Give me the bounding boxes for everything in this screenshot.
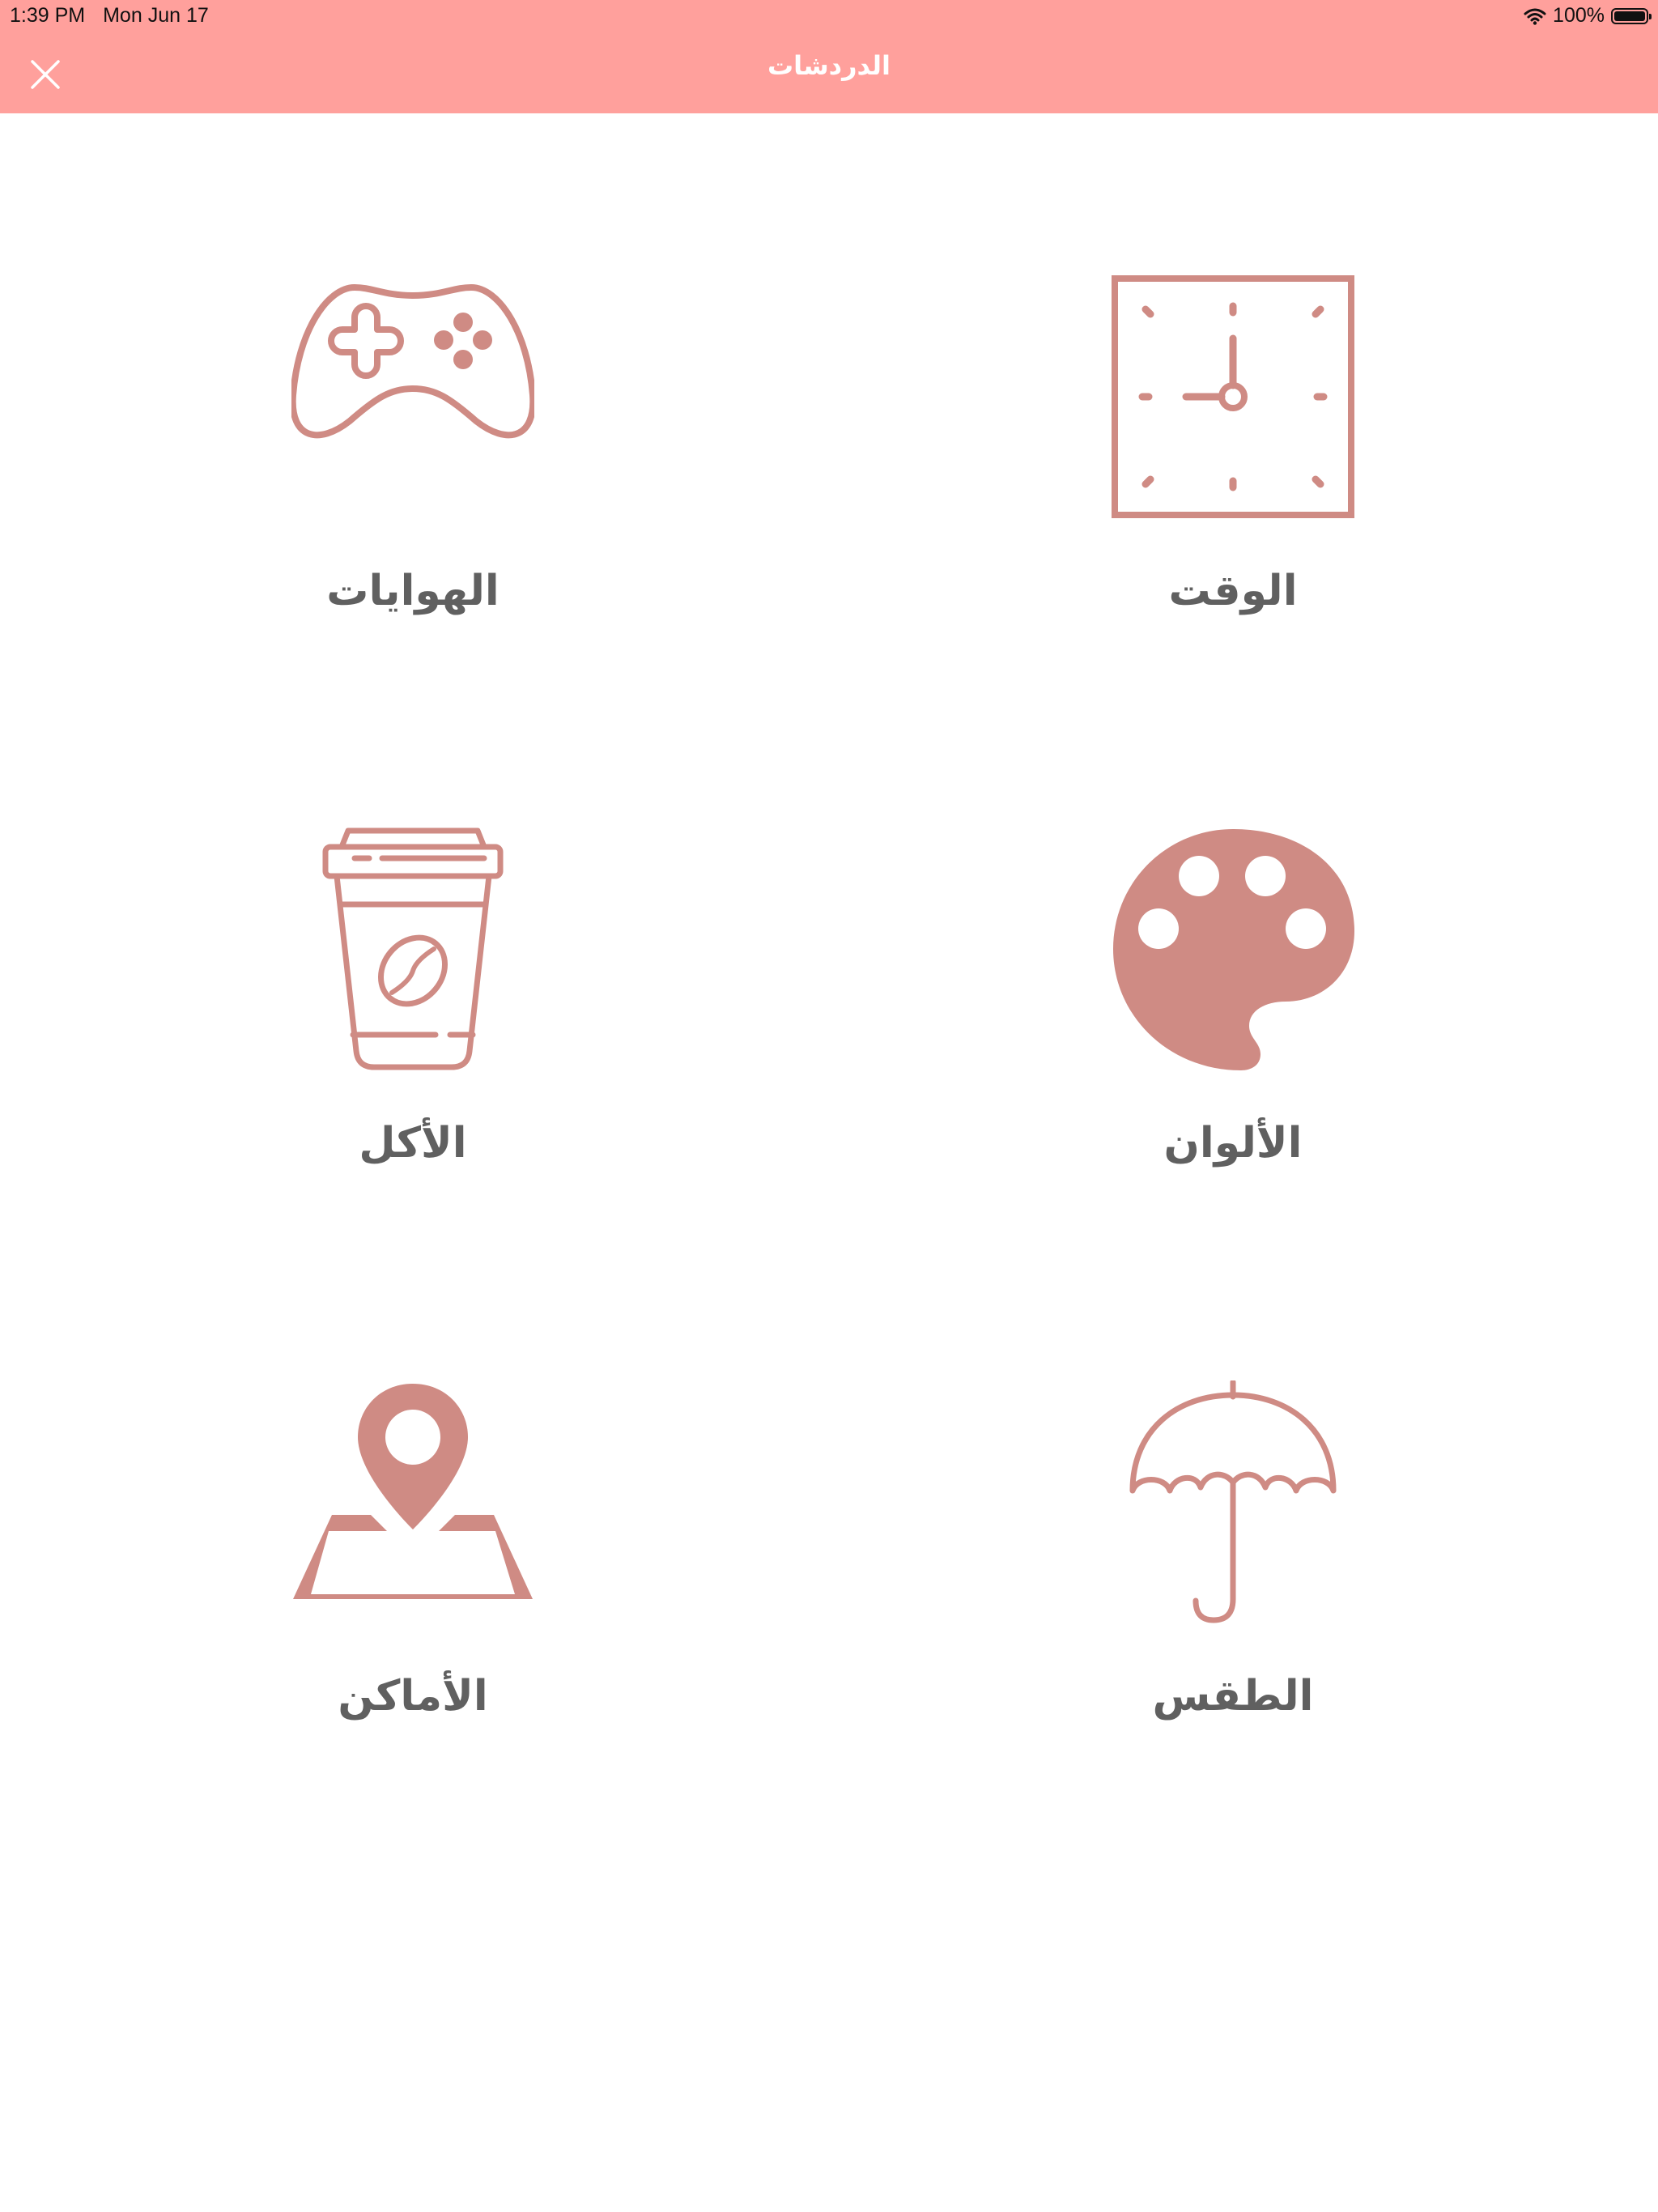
category-label: الألوان	[1163, 1119, 1303, 1168]
category-food[interactable]: الأكل	[154, 827, 672, 1249]
category-label: الطقس	[1152, 1672, 1314, 1721]
battery-icon	[1611, 7, 1652, 24]
coffee-cup-icon	[322, 827, 504, 1070]
category-hobbies[interactable]: الهوايات	[154, 275, 672, 696]
status-time: 1:39 PM	[10, 4, 86, 27]
category-label: الأكل	[359, 1119, 467, 1168]
category-places[interactable]: الأماكن	[154, 1380, 672, 1802]
palette-icon	[1113, 829, 1354, 1070]
status-date: Mon Jun 17	[103, 4, 209, 27]
category-label: الهوايات	[326, 567, 500, 615]
map-pin-icon	[293, 1384, 533, 1599]
page-title: الدردشات	[767, 50, 891, 81]
status-right: 100%	[1524, 4, 1652, 28]
status-left: 1:39 PM Mon Jun 17	[10, 4, 209, 28]
category-colors[interactable]: الألوان	[974, 827, 1492, 1249]
wifi-icon	[1524, 8, 1546, 25]
category-weather[interactable]: الطقس	[974, 1380, 1492, 1802]
category-label: الوقت	[1168, 567, 1298, 615]
umbrella-icon	[1129, 1380, 1337, 1623]
navigation-header: 1:39 PM Mon Jun 17 100% الدردشات	[0, 0, 1658, 113]
clock-icon	[1112, 275, 1354, 518]
status-bar: 1:39 PM Mon Jun 17 100%	[0, 0, 1658, 32]
battery-percentage: 100%	[1553, 4, 1605, 27]
category-time[interactable]: الوقت	[974, 275, 1492, 696]
gamepad-icon	[291, 284, 534, 439]
category-label: الأماكن	[338, 1672, 488, 1721]
